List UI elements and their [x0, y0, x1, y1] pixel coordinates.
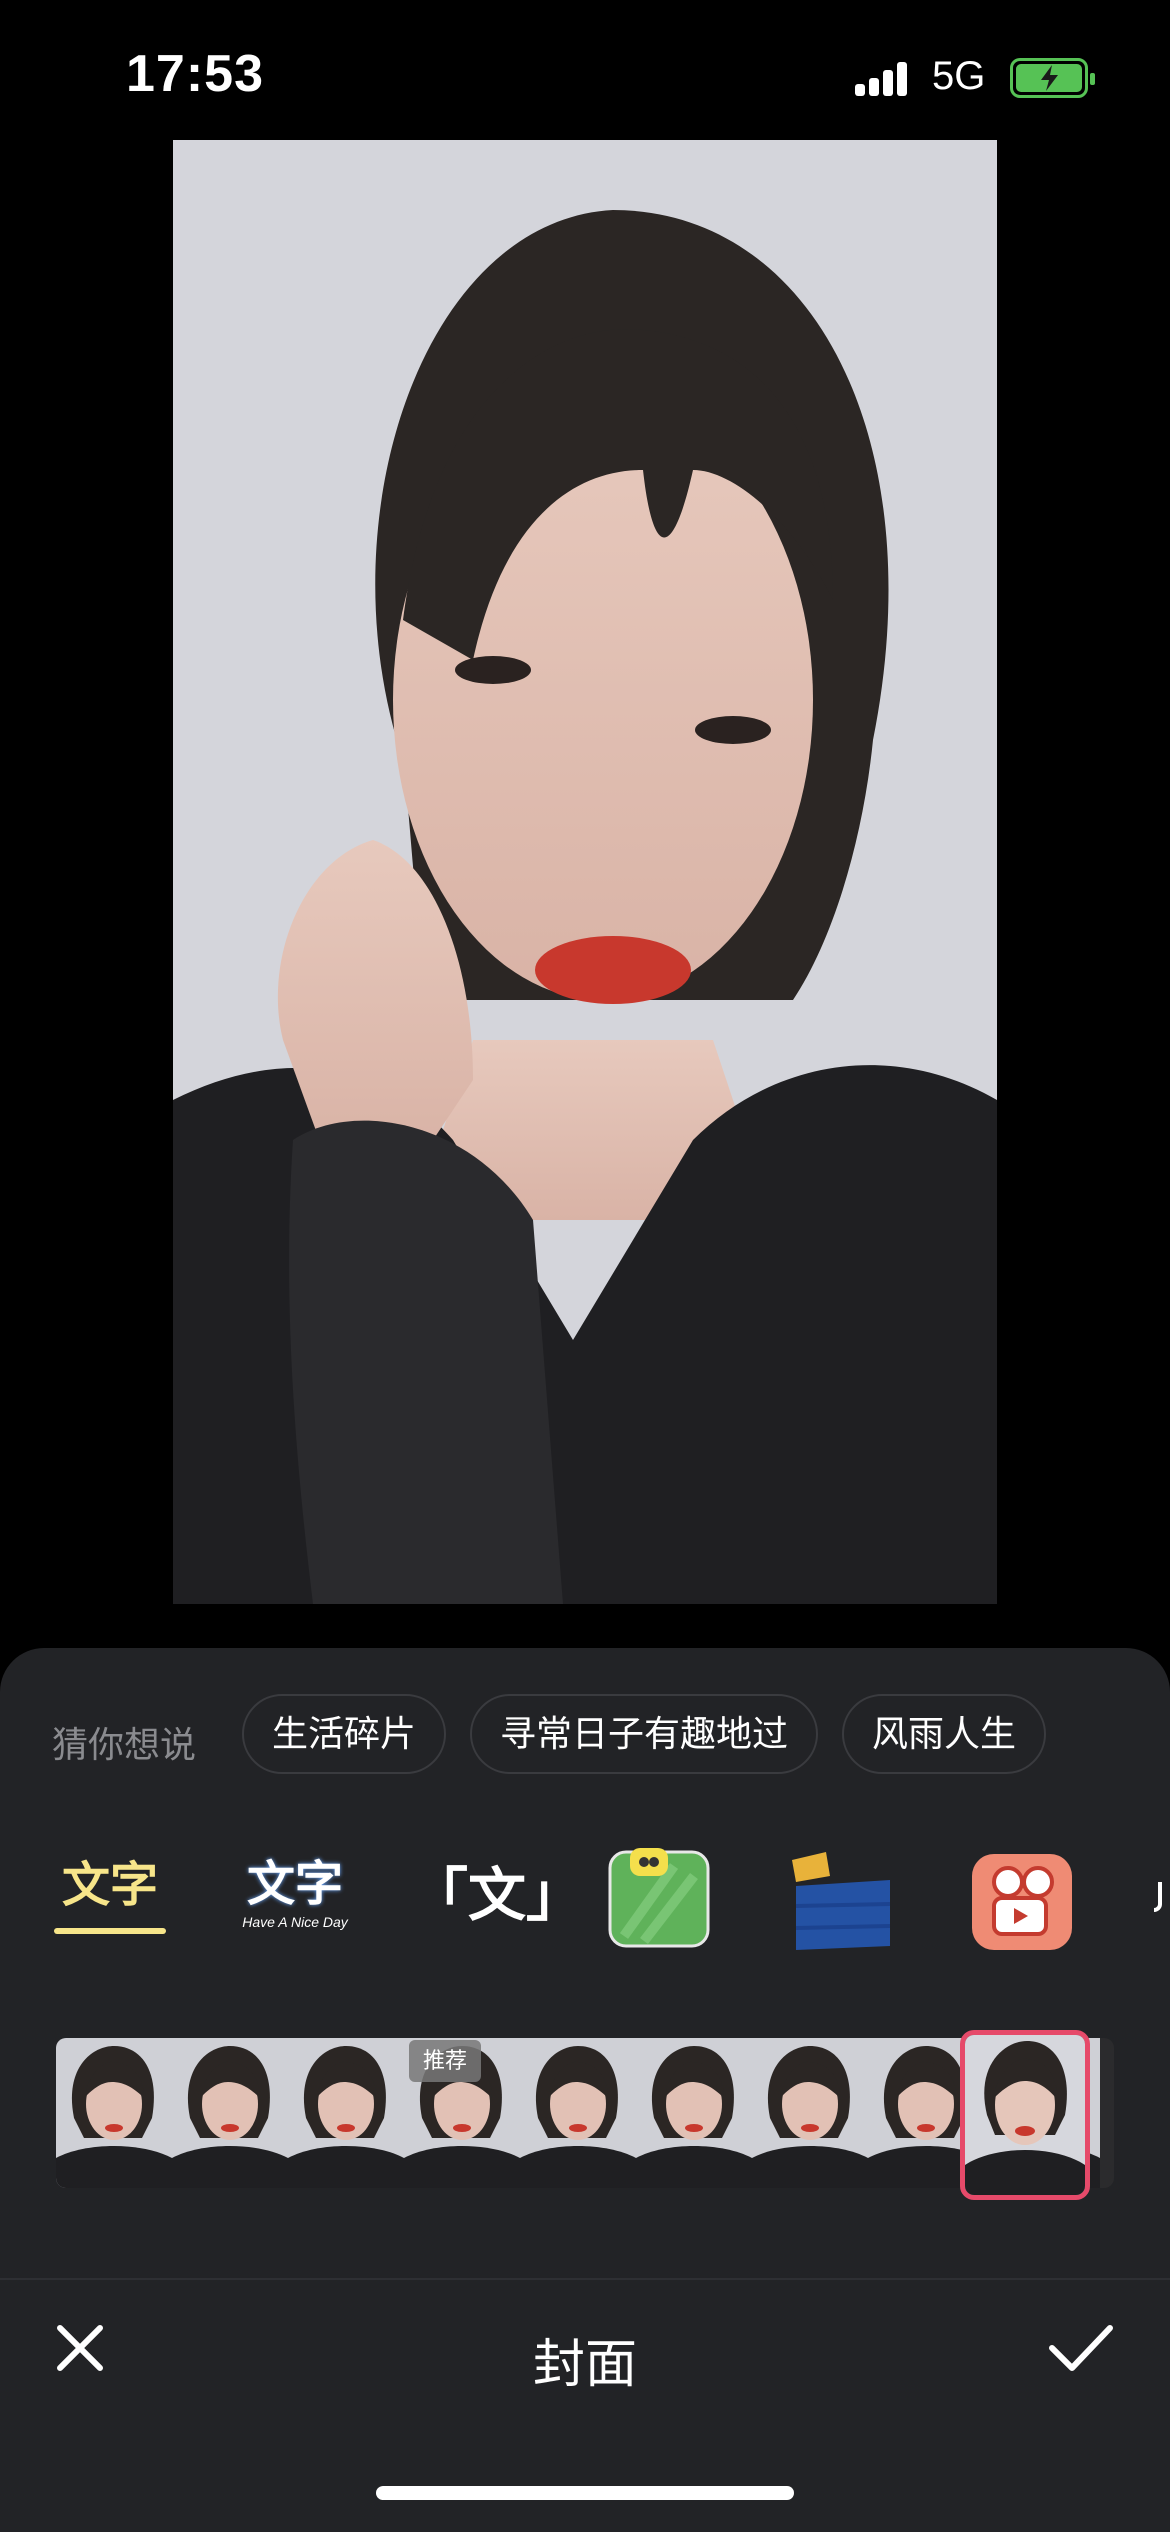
text-style-row: 文字 文字 Have A Nice Day 「文」: [0, 1836, 1170, 1956]
network-type: 5G: [932, 54, 986, 98]
suggestion-chip[interactable]: 生活碎片: [242, 1694, 446, 1774]
frame-filmstrip[interactable]: [56, 2038, 1114, 2188]
home-indicator: [376, 2486, 794, 2500]
text-style-yellow-label: 文字: [61, 1859, 158, 1912]
green-sticker-icon[interactable]: [604, 1836, 724, 1956]
caption-suggestions: 猜你想说 生活碎片 寻常日子有趣地过 风雨人生: [0, 1694, 1170, 1774]
more-styles-partial: [1150, 1836, 1170, 1956]
selected-frame[interactable]: [960, 2030, 1090, 2200]
filmstrip-frame: [288, 2038, 404, 2188]
filmstrip-frame: [636, 2038, 752, 2188]
toolbar-divider: [0, 2278, 1170, 2280]
blue-banner-sticker-icon[interactable]: [786, 1836, 906, 1956]
filmstrip-frame: [752, 2038, 868, 2188]
text-style-sub-label: Have A Nice Day: [242, 1914, 348, 1930]
recommended-badge: 推荐: [409, 2040, 481, 2082]
video-camera-sticker-icon[interactable]: [968, 1836, 1088, 1956]
close-icon[interactable]: [50, 2318, 110, 2378]
suggestion-chip[interactable]: 寻常日子有趣地过: [470, 1694, 818, 1774]
text-style-yellow[interactable]: 文字: [48, 1836, 172, 1956]
cover-preview-image: [173, 140, 997, 1604]
status-bar: 17:53 5G: [0, 0, 1170, 150]
filmstrip-frame: [56, 2038, 172, 2188]
signal-icon: [855, 60, 915, 96]
filmstrip-frame: [172, 2038, 288, 2188]
text-style-bracket[interactable]: 「文」: [410, 1836, 584, 1956]
clock: 17:53: [126, 45, 264, 103]
checkmark-icon[interactable]: [1046, 2318, 1116, 2378]
filmstrip-frame: [520, 2038, 636, 2188]
text-style-have-a-nice-day[interactable]: 文字 Have A Nice Day: [232, 1836, 358, 1956]
suggestions-label: 猜你想说: [52, 1724, 197, 1765]
battery-charging-icon: [1010, 58, 1095, 98]
suggestion-chip[interactable]: 风雨人生: [842, 1694, 1046, 1774]
text-style-main-label: 文字: [246, 1858, 343, 1911]
page-title: 封面: [532, 2336, 637, 2394]
